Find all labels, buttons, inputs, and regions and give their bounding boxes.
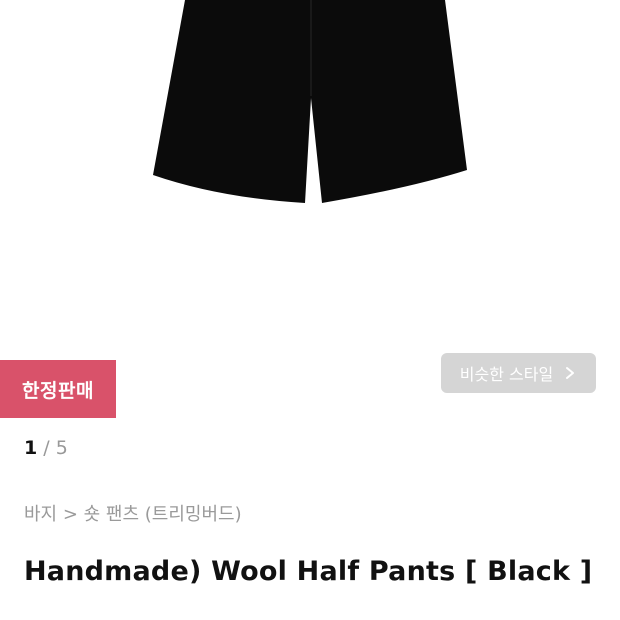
similar-style-label: 비슷한 스타일 <box>459 365 554 384</box>
pager-total: 5 <box>55 437 68 459</box>
limited-sale-badge: 한정판매 <box>0 360 116 418</box>
image-pager: 1 / 5 <box>24 437 68 459</box>
product-image[interactable] <box>0 0 620 340</box>
product-title: Handmade) Wool Half Pants [ Black ] <box>24 556 593 587</box>
similar-style-button[interactable]: 비슷한 스타일 <box>441 353 596 393</box>
breadcrumb[interactable]: 바지 > 숏 팬츠 (트리밍버드) <box>24 500 242 526</box>
chevron-right-icon <box>563 366 577 380</box>
shorts-image <box>153 0 467 203</box>
pager-current: 1 <box>24 437 38 459</box>
product-photo <box>153 0 467 203</box>
pager-separator: / <box>43 437 50 459</box>
